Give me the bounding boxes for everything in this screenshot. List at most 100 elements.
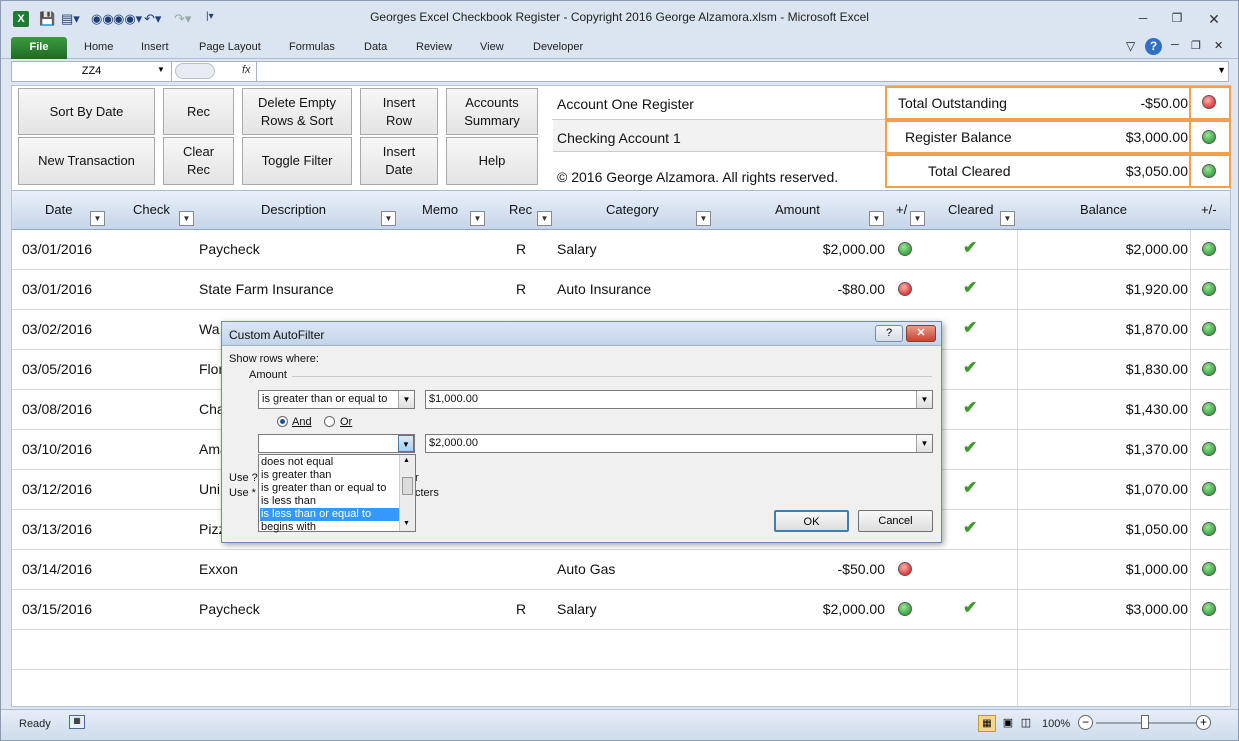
name-box-dropdown-icon[interactable]: ▼ — [157, 65, 165, 74]
minimize-icon[interactable]: ─ — [1133, 11, 1153, 25]
table-row[interactable]: 03/01/2016 Paycheck R Salary $2,000.00 ✔ $2,00… — [12, 230, 1230, 270]
macro-record-icon[interactable]: ▦ — [69, 715, 85, 729]
cell-balance[interactable]: $3,000.00 — [1022, 601, 1188, 617]
scroll-thumb[interactable] — [402, 477, 413, 495]
or-radio[interactable] — [324, 416, 335, 427]
help-icon[interactable]: ? — [1145, 38, 1162, 55]
clear-rec-button[interactable]: Clear Rec — [163, 137, 234, 185]
cell-date[interactable]: 03/08/2016 — [22, 401, 92, 417]
expand-formula-icon[interactable]: ▼ — [1217, 65, 1226, 75]
help-button[interactable]: Help — [446, 137, 538, 185]
tab-view[interactable]: View — [480, 41, 504, 53]
filter-dropdown-icon[interactable]: ▼ — [910, 211, 925, 226]
zoom-in-icon[interactable]: + — [1196, 715, 1211, 730]
formula-resize-icon[interactable] — [175, 63, 215, 79]
cell-category[interactable]: Salary — [557, 601, 597, 617]
cell-balance[interactable]: $1,050.00 — [1022, 521, 1188, 537]
empty-row[interactable] — [12, 670, 1230, 710]
dropdown-option[interactable]: is greater than — [260, 469, 400, 482]
filter-dropdown-icon[interactable]: ▼ — [869, 211, 884, 226]
zoom-out-icon[interactable]: − — [1078, 715, 1093, 730]
cell-rec[interactable]: R — [516, 241, 526, 257]
cell-category[interactable]: Auto Gas — [557, 561, 615, 577]
cell-date[interactable]: 03/15/2016 — [22, 601, 92, 617]
wb-minimize-icon[interactable]: ─ — [1171, 39, 1179, 51]
toggle-filter-button[interactable]: Toggle Filter — [242, 137, 352, 185]
dropdown-scrollbar[interactable]: ▲ ▼ — [399, 455, 415, 531]
empty-row[interactable] — [12, 630, 1230, 670]
filter-dropdown-icon[interactable]: ▼ — [381, 211, 396, 226]
cell-balance[interactable]: $1,370.00 — [1022, 441, 1188, 457]
cell-date[interactable]: 03/12/2016 — [22, 481, 92, 497]
operator-select-1[interactable]: is greater than or equal to — [258, 390, 415, 409]
insert-row-button[interactable]: Insert Row — [360, 88, 438, 135]
cell-balance[interactable]: $1,830.00 — [1022, 361, 1188, 377]
value-select-1[interactable]: $1,000.00 — [425, 390, 933, 409]
cell-rec[interactable]: R — [516, 601, 526, 617]
cell-date[interactable]: 03/02/2016 — [22, 321, 92, 337]
or-label[interactable]: Or — [340, 416, 352, 428]
cell-description[interactable]: State Farm Insurance — [199, 281, 334, 297]
chevron-down-icon[interactable]: ▼ — [916, 391, 932, 408]
page-break-view-icon[interactable]: ◫ — [1018, 715, 1034, 732]
tab-developer[interactable]: Developer — [533, 41, 583, 53]
cell-date[interactable]: 03/14/2016 — [22, 561, 92, 577]
scroll-up-icon[interactable]: ▲ — [403, 457, 410, 464]
dialog-help-button[interactable]: ? — [875, 325, 903, 342]
cell-description[interactable]: Wa — [199, 321, 219, 337]
fx-icon[interactable]: fx — [242, 64, 251, 76]
filter-dropdown-icon[interactable]: ▼ — [537, 211, 552, 226]
table-row[interactable]: 03/15/2016 Paycheck R Salary $2,000.00 ✔ $3,00… — [12, 590, 1230, 630]
dropdown-option[interactable]: does not equal — [260, 456, 400, 469]
cell-description[interactable]: Paycheck — [199, 601, 260, 617]
dropdown-option[interactable]: begins with — [260, 521, 400, 534]
cell-category[interactable]: Auto Insurance — [557, 281, 651, 297]
tab-insert[interactable]: Insert — [141, 41, 169, 53]
cell-date[interactable]: 03/01/2016 — [22, 241, 92, 257]
wb-restore-icon[interactable]: ❐ — [1191, 39, 1201, 52]
tab-home[interactable]: Home — [84, 41, 113, 53]
restore-icon[interactable]: ❐ — [1167, 11, 1187, 25]
filter-dropdown-icon[interactable]: ▼ — [179, 211, 194, 226]
cell-description[interactable]: Uni — [199, 481, 220, 497]
cell-rec[interactable]: R — [516, 281, 526, 297]
tab-review[interactable]: Review — [416, 41, 452, 53]
page-layout-view-icon[interactable]: ▣ — [1000, 715, 1016, 732]
cell-date[interactable]: 03/10/2016 — [22, 441, 92, 457]
cell-date[interactable]: 03/01/2016 — [22, 281, 92, 297]
cell-balance[interactable]: $1,430.00 — [1022, 401, 1188, 417]
filter-dropdown-icon[interactable]: ▼ — [696, 211, 711, 226]
cell-balance[interactable]: $1,000.00 — [1022, 561, 1188, 577]
insert-date-button[interactable]: Insert Date — [360, 137, 438, 185]
cell-category[interactable]: Salary — [557, 241, 597, 257]
cell-description[interactable]: Exxon — [199, 561, 238, 577]
close-icon[interactable]: ✕ — [1204, 11, 1224, 28]
dropdown-option[interactable]: is greater than or equal to — [260, 482, 400, 495]
minimize-ribbon-icon[interactable]: ▽ — [1126, 39, 1135, 53]
tab-file[interactable]: File — [11, 37, 67, 59]
cell-amount[interactable]: $2,000.00 — [712, 241, 885, 257]
sort-by-date-button[interactable]: Sort By Date — [18, 88, 155, 135]
chevron-down-icon[interactable]: ▼ — [398, 391, 414, 408]
new-transaction-button[interactable]: New Transaction — [18, 137, 155, 185]
ok-button[interactable]: OK — [774, 510, 849, 532]
chevron-down-icon[interactable]: ▼ — [398, 435, 414, 452]
cell-date[interactable]: 03/13/2016 — [22, 521, 92, 537]
table-row[interactable]: 03/01/2016 State Farm Insurance R Auto Insu… — [12, 270, 1230, 310]
cancel-button[interactable]: Cancel — [858, 510, 933, 532]
delete-empty-rows-button[interactable]: Delete Empty Rows & Sort — [242, 88, 352, 135]
normal-view-icon[interactable]: ▦ — [978, 715, 996, 732]
cell-balance[interactable]: $1,870.00 — [1022, 321, 1188, 337]
and-label[interactable]: And — [292, 416, 312, 428]
value-select-2[interactable]: $2,000.00 — [425, 434, 933, 453]
filter-active-icon[interactable]: ▼ — [90, 211, 105, 226]
cell-amount[interactable]: -$50.00 — [712, 561, 885, 577]
cell-balance[interactable]: $2,000.00 — [1022, 241, 1188, 257]
tab-formulas[interactable]: Formulas — [289, 41, 335, 53]
dropdown-option[interactable]: is less than or equal to — [260, 508, 400, 521]
formula-input[interactable] — [256, 62, 1212, 81]
dropdown-option[interactable]: is less than — [260, 495, 400, 508]
cell-amount[interactable]: -$80.00 — [712, 281, 885, 297]
table-row[interactable]: 03/14/2016 Exxon Auto Gas -$50.00 $1,000.00 — [12, 550, 1230, 590]
dialog-close-icon[interactable]: ✕ — [906, 325, 936, 342]
